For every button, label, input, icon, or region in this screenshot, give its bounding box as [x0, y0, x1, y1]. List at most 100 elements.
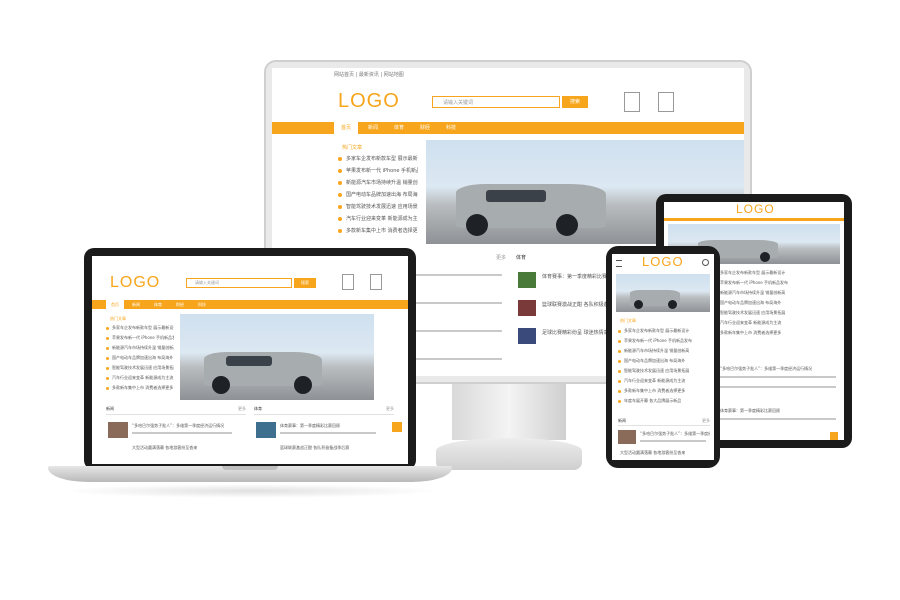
list-bullet	[618, 390, 621, 393]
sports-section-header: 体育 更多	[254, 406, 394, 415]
floor-shadow	[60, 484, 440, 498]
list-item[interactable]: 汽车行业迎来变革 新能源成为主流	[112, 375, 174, 381]
nav-item-news[interactable]: 新闻	[368, 122, 378, 134]
scroll-to-top-button[interactable]	[830, 432, 838, 440]
list-item[interactable]: 国产电动车品牌加速出海 布局海外	[720, 300, 830, 306]
list-item[interactable]: 汽车行业迎来变革 新能源成为主流	[624, 378, 710, 384]
text-line	[720, 418, 836, 420]
list-item[interactable]: 体育赛事：第一季度精彩比赛回顾	[720, 408, 838, 414]
list-bullet	[106, 357, 109, 360]
list-item[interactable]: 汽车行业迎来变革 新能源成为主流	[346, 215, 418, 222]
more-link[interactable]: 更多	[496, 254, 506, 261]
list-bullet	[106, 377, 109, 380]
list-item[interactable]: 多家车企发布新款车型 展示最新设计	[720, 270, 830, 276]
article-thumbnail[interactable]	[518, 328, 536, 344]
car-wheel	[760, 252, 770, 262]
list-item[interactable]: 智能驾驶技术发展迅速 应用场景拓展	[346, 203, 418, 210]
car-wheel	[634, 300, 643, 309]
text-line	[412, 274, 502, 276]
text-line	[412, 302, 502, 304]
list-item[interactable]: 多款新车集中上市 消费者选择更多	[720, 330, 830, 336]
list-item[interactable]: 新能源汽车市场持续升温 销量创新高	[720, 290, 830, 296]
search-icon[interactable]	[702, 259, 709, 266]
list-bullet	[338, 193, 342, 197]
list-item[interactable]: 多款新车集中上市 消费者选择更多	[624, 388, 710, 394]
breadcrumb-item[interactable]: 网站首页	[334, 72, 354, 78]
list-item[interactable]: 新能源汽车市场持续升温 销量创新高	[624, 348, 710, 354]
hot-label: 热门文章	[620, 318, 636, 323]
article-thumbnail[interactable]	[618, 430, 636, 444]
more-link[interactable]: 更多	[238, 406, 246, 412]
article-thumbnail[interactable]	[108, 422, 128, 438]
search-button[interactable]: 搜索	[562, 96, 588, 108]
list-item[interactable]: 国产电动车品牌加速出海 布局海外	[112, 355, 174, 361]
list-item[interactable]: 年度车展开幕 各大品牌展示新品	[624, 398, 710, 404]
hot-label: 热门文章	[110, 316, 126, 321]
list-item[interactable]: 国产电动车品牌加速出海 布局海外	[624, 358, 710, 364]
list-item[interactable]: 大型活动圆满落幕 各地游客纷至沓来	[620, 450, 710, 456]
nav-item-news[interactable]: 新闻	[132, 300, 140, 309]
list-item[interactable]: 足球比赛精彩纷呈 球迷热情高涨	[542, 329, 612, 336]
car-wheel	[668, 300, 677, 309]
featured-car-photo[interactable]	[180, 314, 374, 400]
list-item[interactable]: “多哈巴尔强势子批人”：多维第一季度经济运行情况	[132, 423, 244, 429]
search-button[interactable]: 搜索	[294, 278, 316, 288]
list-item[interactable]: “多哈巴尔强势子批人”：多维第一季度经济运行情况	[640, 431, 710, 437]
featured-car-photo[interactable]	[616, 274, 710, 312]
list-item[interactable]: 多款新车集中上市 消费者选择更多	[346, 227, 418, 234]
site-logo[interactable]: LOGO	[736, 202, 775, 216]
nav-item-tech[interactable]: 科技	[198, 300, 206, 309]
search-input[interactable]: 请输入关键词	[432, 96, 560, 108]
laptop-notch	[222, 466, 278, 470]
list-item[interactable]: 苹果发布新一代 iPhone 手机新品发布	[346, 167, 418, 174]
list-item[interactable]: 多家车企发布新款车型 展示最新设计	[624, 328, 710, 334]
nav-item-home[interactable]: 首页	[106, 300, 124, 309]
list-item[interactable]: 苹果发布新一代 iPhone 手机新品发布	[624, 338, 710, 344]
sports-section-title: 体育	[516, 255, 527, 261]
nav-item-home[interactable]: 首页	[334, 122, 358, 134]
scroll-to-top-button[interactable]	[392, 422, 402, 432]
qr-code-icon	[624, 92, 640, 112]
breadcrumb-item[interactable]: 最新资讯	[359, 72, 379, 78]
search-input[interactable]: 请输入关键词	[186, 278, 292, 288]
nav-item-tech[interactable]: 科技	[446, 122, 456, 134]
list-item[interactable]: 智能驾驶技术发展迅速 应用场景拓展	[624, 368, 710, 374]
list-item[interactable]: 新能源汽车市场持续升温 销量创新高	[112, 345, 174, 351]
list-item[interactable]: 苹果发布新一代 iPhone 手机新品发布	[720, 280, 830, 286]
list-item[interactable]: “多哈巴尔强势子批人”：多维第一季度经济运行情况	[720, 366, 838, 372]
nav-item-finance[interactable]: 财经	[176, 300, 184, 309]
list-item[interactable]: 多款新车集中上市 消费者选择更多	[112, 385, 174, 391]
more-link[interactable]: 更多	[386, 406, 394, 412]
nav-item-finance[interactable]: 财经	[420, 122, 430, 134]
article-thumbnail[interactable]	[256, 422, 276, 438]
article-thumbnail[interactable]	[518, 300, 536, 316]
list-item[interactable]: 苹果发布新一代 iPhone 手机新品发布	[112, 335, 174, 341]
list-item[interactable]: 多家车企发布新款车型 展示最新设计	[346, 155, 418, 162]
list-item[interactable]: 国产电动车品牌加速出海 布局海外	[346, 191, 418, 198]
list-item[interactable]: 篮球联赛激战正酣 各队积极备战季后赛	[280, 445, 380, 451]
breadcrumb-item[interactable]: 网站地图	[384, 72, 404, 78]
list-item[interactable]: 智能驾驶技术发展迅速 应用场景拓展	[112, 365, 174, 371]
site-logo[interactable]: LOGO	[110, 274, 160, 292]
list-item[interactable]: 多家车企发布新款车型 展示最新设计	[112, 325, 174, 331]
list-bullet	[618, 350, 621, 353]
list-item[interactable]: 汽车行业迎来变革 新能源成为主流	[720, 320, 830, 326]
qr-code-icon	[342, 274, 354, 290]
list-item[interactable]: 新能源汽车市场持续升温 销量创新高	[346, 179, 418, 186]
list-bullet	[338, 229, 342, 233]
hamburger-icon[interactable]	[616, 260, 622, 267]
nav-item-sports[interactable]: 体育	[154, 300, 162, 309]
site-logo[interactable]: LOGO	[642, 254, 684, 269]
list-item[interactable]: 大型活动圆满落幕 各地游客纷至沓来	[132, 445, 244, 451]
site-logo[interactable]: LOGO	[338, 90, 400, 113]
nav-item-sports[interactable]: 体育	[394, 122, 404, 134]
list-item[interactable]: 体育赛事：第一季度精彩比赛回顾	[280, 423, 380, 429]
list-item[interactable]: 体育赛事：第一季度精彩比赛回顾	[542, 273, 612, 280]
text-line	[412, 330, 502, 332]
list-bullet	[338, 157, 342, 161]
text-line	[640, 440, 706, 442]
more-link[interactable]: 更多	[702, 418, 710, 424]
list-item[interactable]: 智能驾驶技术发展迅速 应用场景拓展	[720, 310, 830, 316]
list-item[interactable]: 篮球联赛激战正酣 各队积极备战季后赛	[542, 301, 612, 308]
article-thumbnail[interactable]	[518, 272, 536, 288]
